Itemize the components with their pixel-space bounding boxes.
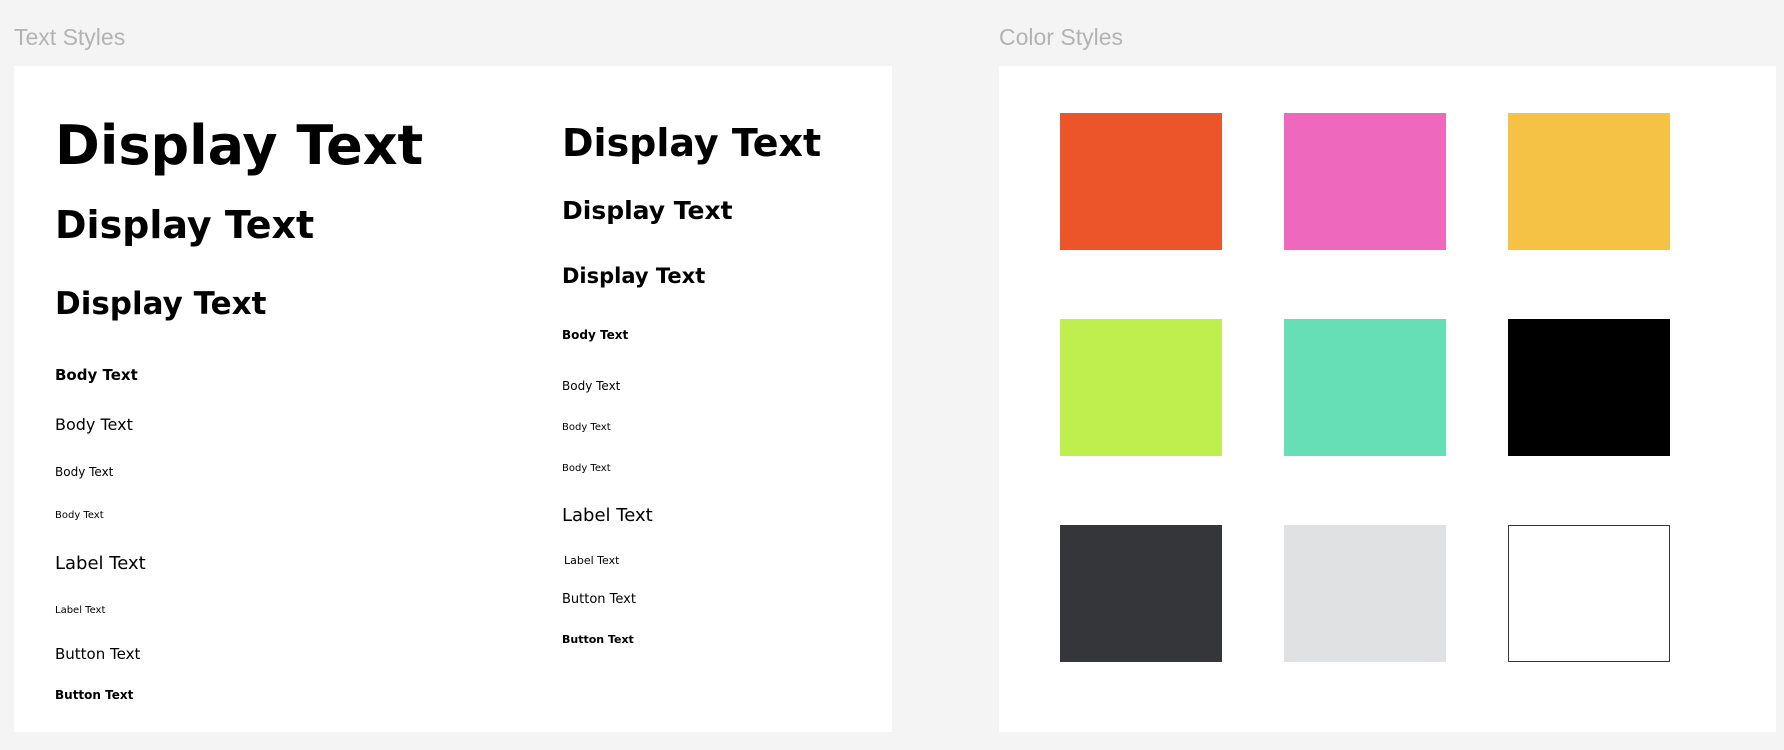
display-text-md[interactable]: Display Text bbox=[55, 289, 266, 320]
body-text-bold[interactable]: Body Text bbox=[562, 329, 628, 341]
color-swatch-white[interactable] bbox=[1508, 525, 1670, 662]
body-text-lg[interactable]: Body Text bbox=[562, 380, 620, 392]
button-text-sm[interactable]: Button Text bbox=[55, 689, 133, 701]
color-swatch-pink[interactable] bbox=[1284, 113, 1446, 250]
display-text-xl[interactable]: Display Text bbox=[562, 124, 821, 162]
display-text-lg[interactable]: Display Text bbox=[55, 206, 314, 244]
label-text-lg[interactable]: Label Text bbox=[562, 507, 653, 525]
label-text-lg[interactable]: Label Text bbox=[55, 555, 146, 573]
body-text-sm[interactable]: Body Text bbox=[55, 511, 104, 521]
color-styles-heading: Color Styles bbox=[999, 24, 1123, 50]
display-text-lg[interactable]: Display Text bbox=[562, 198, 733, 223]
label-text-sm[interactable]: Label Text bbox=[55, 606, 105, 616]
color-swatch-black[interactable] bbox=[1508, 319, 1670, 456]
display-text-xl[interactable]: Display Text bbox=[55, 119, 423, 173]
body-text-md[interactable]: Body Text bbox=[55, 466, 113, 478]
body-text-lg[interactable]: Body Text bbox=[55, 417, 133, 433]
color-swatch-orange[interactable] bbox=[1060, 113, 1222, 250]
body-text-md[interactable]: Body Text bbox=[562, 423, 611, 433]
color-swatch-lime[interactable] bbox=[1060, 319, 1222, 456]
body-text-sm[interactable]: Body Text bbox=[562, 464, 611, 474]
color-swatch-mint[interactable] bbox=[1284, 319, 1446, 456]
color-swatch-yellow[interactable] bbox=[1508, 113, 1670, 250]
display-text-md[interactable]: Display Text bbox=[562, 266, 705, 287]
button-text-lg[interactable]: Button Text bbox=[55, 647, 140, 662]
color-swatch-charcoal[interactable] bbox=[1060, 525, 1222, 662]
text-styles-heading: Text Styles bbox=[14, 24, 126, 50]
body-text-bold[interactable]: Body Text bbox=[55, 368, 138, 383]
text-styles-panel: Display Text Display Text Display Text B… bbox=[14, 66, 892, 732]
button-text-sm[interactable]: Button Text bbox=[562, 634, 634, 645]
button-text-lg[interactable]: Button Text bbox=[562, 593, 636, 606]
color-styles-panel bbox=[999, 66, 1776, 732]
label-text-sm[interactable]: Label Text bbox=[564, 555, 619, 566]
color-swatch-light-gray[interactable] bbox=[1284, 525, 1446, 662]
